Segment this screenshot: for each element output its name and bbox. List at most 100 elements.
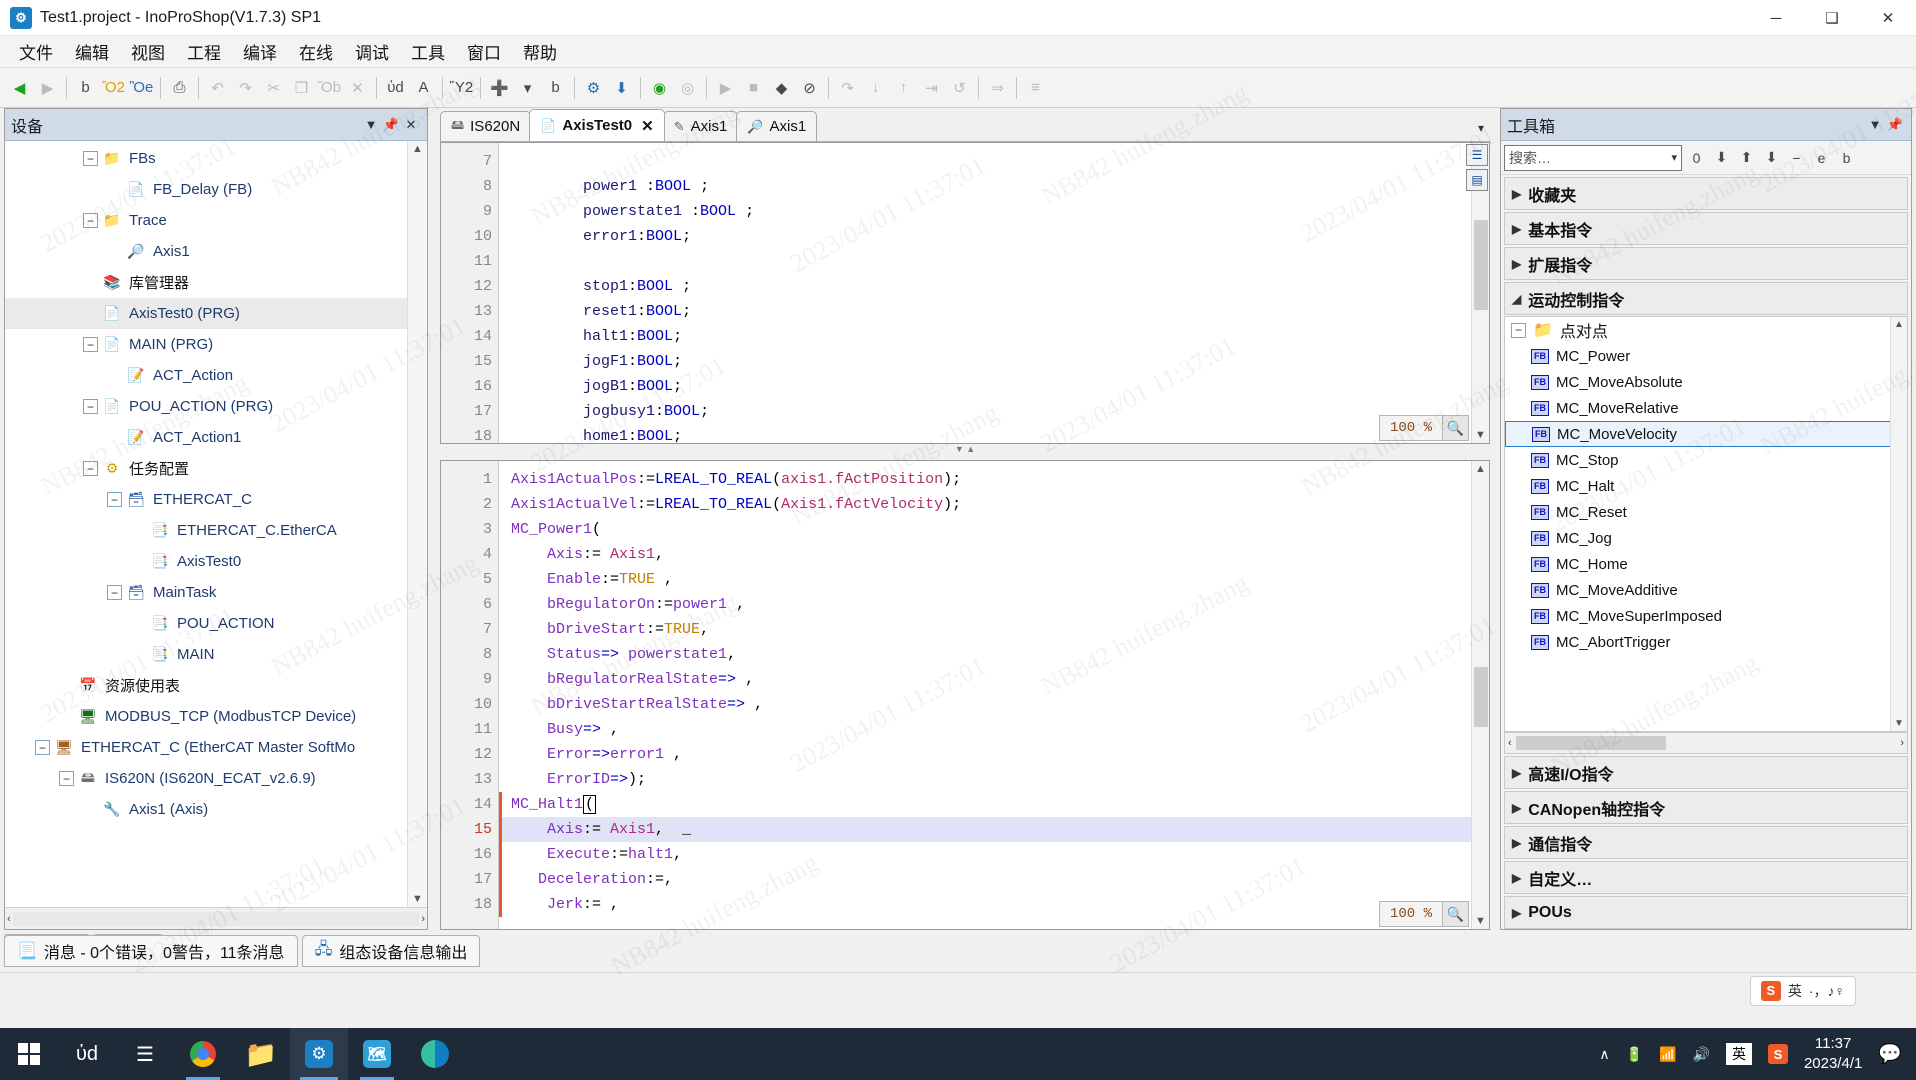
paste-item-icon[interactable]: ὜b [1834,145,1859,171]
toolbox-group-after-3[interactable]: ▶ 自定义… [1504,861,1908,894]
code-line[interactable]: Axis:= Axis1, [499,542,1489,567]
run-to-cursor-icon[interactable]: ⇥ [918,74,945,101]
tree-expander-icon[interactable]: − [59,771,74,786]
toolbox-item-3[interactable]: FB MC_MoveVelocity [1505,421,1907,447]
declaration-code[interactable]: power1 :BOOL ; powerstate1 :BOOL ; error… [499,143,1489,443]
motion-instruction-list[interactable]: − 📁 点对点 FB MC_Power FB MC_MoveAbsolute FB MC_Mov… [1504,316,1908,732]
code-line[interactable]: Enable:=TRUE , [499,567,1489,592]
tree-expander-icon[interactable]: − [83,151,98,166]
move-up-icon[interactable]: ⬆ [1734,145,1759,171]
redo-icon[interactable]: ↷ [232,74,259,101]
minimize-button[interactable]: ─ [1748,0,1804,36]
file-explorer-taskbar-button[interactable]: 📁 [232,1028,290,1080]
toolbox-group-2[interactable]: ▶ 扩展指令 [1504,247,1908,280]
chevron-collapsed-icon[interactable]: ▶ [1512,801,1521,815]
toolbox-item-9[interactable]: FB MC_MoveAdditive [1505,577,1907,603]
code-line[interactable]: Busy=> , [499,717,1489,742]
breakpoint-icon[interactable]: ◆ [768,74,795,101]
tree-item-8[interactable]: − 📄 POU_ACTION (PRG) [5,391,427,422]
code-line[interactable]: halt1:BOOL; [499,324,1489,349]
tree-item-11[interactable]: − 🗃 ETHERCAT_C [5,484,427,515]
toolbox-group-1[interactable]: ▶ 基本指令 [1504,212,1908,245]
hscroll-track[interactable] [13,912,420,926]
code-line[interactable]: jogB1:BOOL; [499,374,1489,399]
editor-splitter[interactable]: ▼ ▲ [440,444,1490,454]
message-tab-1[interactable]: 🖧 组态设备信息输出 [302,935,481,967]
outline-icon[interactable]: ☰ [1466,144,1488,166]
tree-item-6[interactable]: − 📄 MAIN (PRG) [5,329,427,360]
tree-item-18[interactable]: 🖥 MODBUS_TCP (ModbusTCP Device) [5,701,427,732]
code-line[interactable] [499,249,1489,274]
toolbox-flyout-icon[interactable]: ▤ [1466,169,1488,191]
notifications-icon[interactable]: 💬 [1878,1042,1902,1066]
code-line[interactable]: MC_Halt1( [499,792,1489,817]
add-object-dropdown-icon[interactable]: ▾ [514,74,541,101]
code-line[interactable]: Axis1ActualPos:=LREAL_TO_REAL(axis1.fAct… [499,467,1489,492]
volume-icon[interactable]: 🔊 [1693,1046,1710,1063]
find-icon[interactable]: ὐd [382,74,409,101]
scroll-thumb[interactable] [1474,220,1488,310]
scroll-up-icon[interactable]: ▲ [1475,463,1486,475]
taskbar-clock[interactable]: 11:37 2023/4/1 [1804,1034,1862,1075]
code-line[interactable]: Deceleration:=, [499,867,1489,892]
copy-icon[interactable]: ❐ [288,74,315,101]
write-values-icon[interactable]: ≡ [1022,74,1049,101]
code-line[interactable]: bRegulatorOn:=power1 , [499,592,1489,617]
replace-icon[interactable]: A [410,74,437,101]
code-line[interactable] [499,149,1489,174]
menu-item-4[interactable]: 编译 [232,35,288,68]
chevron-down-icon[interactable]: ▼ [1865,117,1885,132]
toolbox-item-7[interactable]: FB MC_Jog [1505,525,1907,551]
close-icon[interactable]: ✕ [401,117,421,133]
build-icon[interactable]: ⚙ [580,74,607,101]
menu-item-2[interactable]: 视图 [120,35,176,68]
toolbox-item-5[interactable]: FB MC_Halt [1505,473,1907,499]
sogou-ime-badge[interactable]: S 英 ·，♪♀ [1750,976,1856,1006]
toolbox-group-after-4[interactable]: ▶ POUs [1504,896,1908,929]
chevron-collapsed-icon[interactable]: ▶ [1512,836,1521,850]
back-icon[interactable]: ◀ [6,74,33,101]
zoom-icon[interactable]: 🔍 [1442,902,1468,926]
scroll-up-icon[interactable]: ▲ [412,143,423,155]
scroll-up-icon[interactable]: ▲ [1894,319,1904,330]
pin-icon[interactable]: 📌 [381,117,401,133]
tree-item-19[interactable]: − 🖥 ETHERCAT_C (EtherCAT Master SoftMo [5,732,427,763]
tree-item-16[interactable]: 📑 MAIN [5,639,427,670]
save-icon[interactable]: Ὃe [128,74,155,101]
tree-expander-icon[interactable]: − [83,461,98,476]
scroll-down-arrow-icon[interactable]: ▼ [1475,429,1486,441]
chevron-collapsed-icon[interactable]: ▶ [1512,222,1521,236]
code-line[interactable]: Status=> powerstate1, [499,642,1489,667]
toolbox-group-0[interactable]: ▶ 收藏夹 [1504,177,1908,210]
code-line[interactable]: reset1:BOOL; [499,299,1489,324]
stop-icon[interactable]: ■ [740,74,767,101]
toolbox-item-2[interactable]: FB MC_MoveRelative [1505,395,1907,421]
implementation-vscrollbar[interactable]: ▲ ▼ [1471,461,1489,929]
mc-list-vscrollbar[interactable]: ▲ ▼ [1890,317,1907,731]
ime-indicator[interactable]: 英 [1726,1043,1752,1065]
tree-expander-icon[interactable]: − [83,213,98,228]
toolbox-group-3[interactable]: ◢ 运动控制指令 [1504,282,1908,315]
tree-expander-icon[interactable]: − [107,585,122,600]
logout-icon[interactable]: ◎ [674,74,701,101]
code-line[interactable]: bDriveStart:=TRUE, [499,617,1489,642]
scroll-right-icon[interactable]: › [421,913,425,925]
move-down-icon[interactable]: ⬇ [1759,145,1784,171]
code-line[interactable]: bRegulatorRealState=> , [499,667,1489,692]
tree-item-20[interactable]: − 🖴 IS620N (IS620N_ECAT_v2.6.9) [5,763,427,794]
implementation-code[interactable]: Axis1ActualPos:=LREAL_TO_REAL(axis1.fAct… [499,461,1489,929]
new-folder-icon[interactable]: ὜0 [1684,145,1709,171]
open-project-icon[interactable]: Ὄ2 [100,74,127,101]
scroll-right-icon[interactable]: › [1900,737,1904,749]
tree-item-15[interactable]: 📑 POU_ACTION [5,608,427,639]
chevron-expanded-icon[interactable]: ◢ [1512,292,1521,306]
delete-icon[interactable]: ✕ [344,74,371,101]
maximize-button[interactable]: ❑ [1804,0,1860,36]
wifi-icon[interactable]: 📶 [1659,1046,1676,1063]
tree-item-7[interactable]: 📝 ACT_Action [5,360,427,391]
toolbox-item-8[interactable]: FB MC_Home [1505,551,1907,577]
remove-icon[interactable]: − [1784,145,1809,171]
tree-item-0[interactable]: − 📁 FBs [5,143,427,174]
editor-tab-2[interactable]: ✎ Axis1 [663,111,739,141]
ime-extras-label[interactable]: ·，♪♀ [1809,981,1845,1001]
